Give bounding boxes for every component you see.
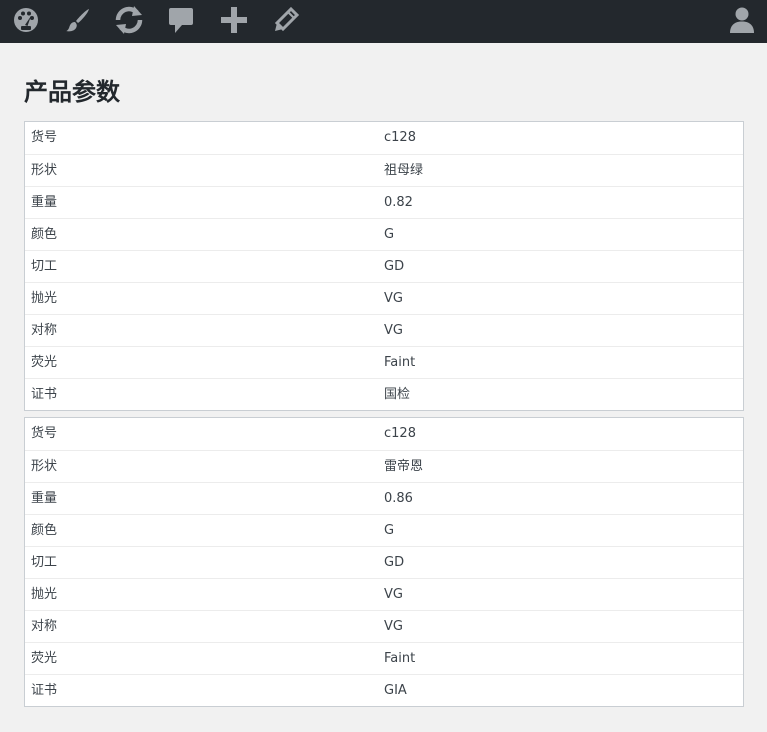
dashboard-icon[interactable] <box>9 4 43 36</box>
product-params-table-2: 货号 c128 形状 雷帝恩 重量 0.86 颜色 G 切工 GD 抛光 VG 对称 VG 荧… <box>24 417 744 707</box>
table-row: 颜色 G <box>25 514 743 546</box>
table-row: 颜色 G <box>25 218 743 250</box>
new-content-plus-icon[interactable] <box>217 4 251 36</box>
param-key: 颜色 <box>31 523 58 538</box>
updates-refresh-icon[interactable] <box>112 4 146 36</box>
table-row: 证书 国检 <box>25 378 743 410</box>
param-value: c128 <box>384 130 416 145</box>
admin-toolbar <box>0 0 767 43</box>
table-row: 形状 雷帝恩 <box>25 450 743 482</box>
param-key: 颜色 <box>31 227 58 242</box>
param-key: 形状 <box>31 163 58 178</box>
param-value: VG <box>384 587 403 602</box>
param-value: 雷帝恩 <box>384 459 424 474</box>
param-value: Faint <box>384 355 416 370</box>
param-key: 切工 <box>31 555 58 570</box>
param-value: VG <box>384 619 403 634</box>
param-key: 货号 <box>31 426 58 441</box>
table-row: 形状 祖母绿 <box>25 154 743 186</box>
param-key: 荧光 <box>31 355 58 370</box>
param-key: 重量 <box>31 195 58 210</box>
param-key: 抛光 <box>31 587 58 602</box>
table-row: 货号 c128 <box>25 418 743 450</box>
product-params-table-1: 货号 c128 形状 祖母绿 重量 0.82 颜色 G 切工 GD 抛光 VG 对称 VG 荧… <box>24 121 744 411</box>
param-key: 证书 <box>31 683 58 698</box>
comments-icon[interactable] <box>164 4 198 36</box>
user-account-icon[interactable] <box>725 4 759 36</box>
param-value: VG <box>384 291 403 306</box>
param-key: 形状 <box>31 459 58 474</box>
page-title: 产品参数 <box>24 78 120 106</box>
param-value: Faint <box>384 651 416 666</box>
param-value: 国检 <box>384 387 411 402</box>
param-key: 重量 <box>31 491 58 506</box>
table-row: 对称 VG <box>25 314 743 346</box>
table-row: 证书 GIA <box>25 674 743 706</box>
param-value: c128 <box>384 426 416 441</box>
table-row: 切工 GD <box>25 546 743 578</box>
param-value: GD <box>384 259 405 274</box>
table-row: 荧光 Faint <box>25 346 743 378</box>
param-value: G <box>384 227 395 242</box>
table-row: 抛光 VG <box>25 282 743 314</box>
table-row: 对称 VG <box>25 610 743 642</box>
param-key: 荧光 <box>31 651 58 666</box>
param-key: 抛光 <box>31 291 58 306</box>
param-value: VG <box>384 323 403 338</box>
param-key: 切工 <box>31 259 58 274</box>
param-value: 0.82 <box>384 195 413 210</box>
param-value: 0.86 <box>384 491 413 506</box>
customize-brush-icon[interactable] <box>61 4 95 36</box>
table-row: 货号 c128 <box>25 122 743 154</box>
table-row: 重量 0.86 <box>25 482 743 514</box>
param-key: 对称 <box>31 323 58 338</box>
param-value: G <box>384 523 395 538</box>
param-key: 对称 <box>31 619 58 634</box>
table-row: 荧光 Faint <box>25 642 743 674</box>
param-key: 证书 <box>31 387 58 402</box>
param-value: 祖母绿 <box>384 163 424 178</box>
edit-pencil-icon[interactable] <box>269 4 303 36</box>
param-value: GIA <box>384 683 407 698</box>
param-value: GD <box>384 555 405 570</box>
param-key: 货号 <box>31 130 58 145</box>
table-row: 切工 GD <box>25 250 743 282</box>
table-row: 重量 0.82 <box>25 186 743 218</box>
table-row: 抛光 VG <box>25 578 743 610</box>
